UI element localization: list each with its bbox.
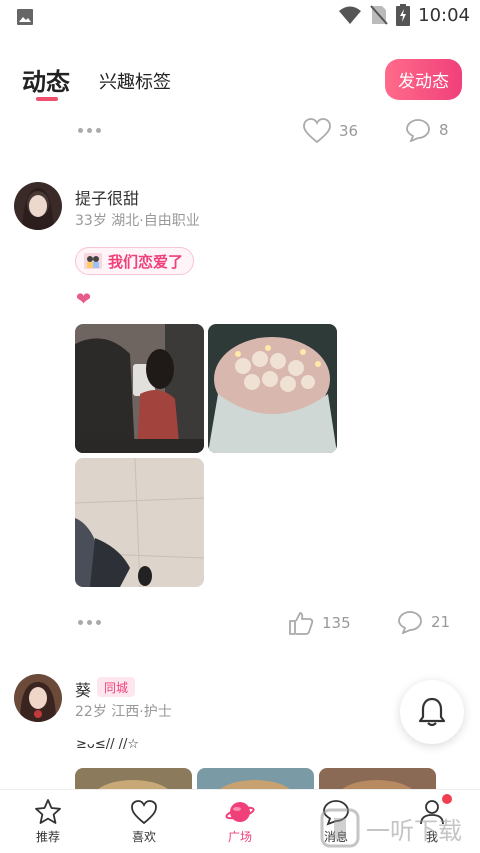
watermark: 一听下载 — [320, 808, 462, 848]
post-photo[interactable] — [75, 458, 204, 587]
post-photo[interactable] — [75, 324, 204, 453]
image-icon — [17, 9, 33, 25]
comment-action[interactable]: 21 — [397, 610, 450, 634]
relationship-badge[interactable]: 我们恋爱了 — [75, 247, 195, 275]
wifi-icon — [339, 6, 362, 24]
like-action[interactable]: 36 — [303, 118, 358, 144]
nav-item-recommend[interactable]: 推荐 — [0, 790, 96, 853]
heart-icon — [131, 800, 157, 825]
heart-outline-icon — [303, 118, 331, 144]
post-moment-button[interactable]: 发动态 — [385, 59, 462, 100]
like-count: 36 — [339, 122, 359, 140]
post-user-meta: 22岁 江西·护士 — [75, 704, 172, 720]
planet-icon — [225, 802, 255, 822]
no-sim-icon — [370, 5, 388, 25]
avatar[interactable] — [14, 674, 62, 722]
post-content: ≥ᴗ≤// //☆ — [76, 737, 140, 752]
nav-label: 喜欢 — [131, 830, 156, 844]
tab-moments[interactable]: 动态 — [22, 62, 70, 97]
post-actions: 135 21 — [0, 610, 480, 640]
nav-label: 推荐 — [35, 830, 60, 844]
comment-action[interactable]: 8 — [405, 118, 449, 142]
tab-interest-tags[interactable]: 兴趣标签 — [99, 68, 171, 94]
clock: 10:04 — [418, 4, 470, 26]
star-icon — [35, 799, 61, 824]
comment-icon — [398, 611, 422, 634]
nav-label: 广场 — [227, 830, 252, 844]
watermark-logo-icon — [320, 808, 360, 848]
comment-icon — [406, 119, 430, 142]
post-username[interactable]: 葵 — [75, 677, 91, 701]
previous-post-actions: 36 8 — [0, 118, 480, 148]
post-user-meta: 33岁 湖北·自由职业 — [75, 213, 200, 229]
nav-item-likes[interactable]: 喜欢 — [96, 790, 192, 853]
more-options-icon[interactable] — [78, 128, 101, 133]
avatar[interactable] — [14, 182, 62, 230]
comment-count: 8 — [439, 121, 449, 139]
like-count: 135 — [322, 614, 351, 632]
more-options-icon[interactable] — [78, 620, 101, 625]
post-photo[interactable] — [208, 324, 337, 453]
notification-fab[interactable] — [400, 680, 464, 744]
thumbs-up-icon — [289, 612, 314, 635]
tab-indicator — [36, 97, 58, 101]
unread-dot — [442, 794, 452, 804]
bell-icon — [418, 697, 446, 727]
header: 动态 兴趣标签 发动态 — [0, 50, 480, 110]
status-bar: 10:04 — [0, 0, 480, 34]
nav-item-plaza[interactable]: 广场 — [192, 790, 288, 853]
same-city-badge: 同城 — [97, 677, 136, 697]
watermark-text: 一听下载 — [366, 816, 462, 845]
comment-count: 21 — [431, 613, 451, 631]
post-content: ❤ — [76, 289, 92, 310]
badge-label: 我们恋爱了 — [108, 252, 184, 271]
battery-charging-icon — [396, 4, 411, 26]
couple-icon — [84, 253, 102, 269]
like-action[interactable]: 135 — [288, 610, 351, 636]
post-username[interactable]: 提子很甜 — [75, 185, 139, 209]
